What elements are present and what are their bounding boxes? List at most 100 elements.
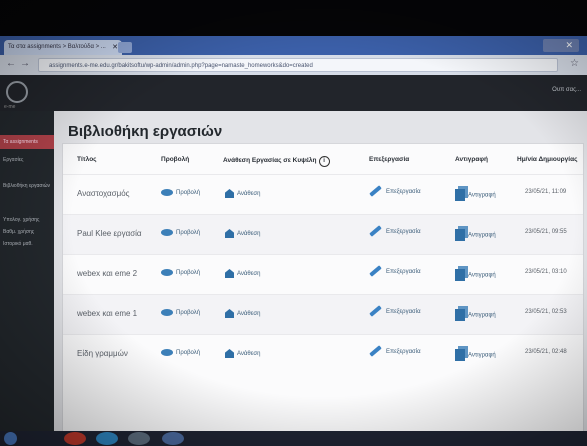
window-controls[interactable]: ✕ <box>543 39 579 52</box>
share-icon <box>225 229 234 238</box>
address-bar: ← → assignments.e-me.edu.gr/bakitsoftu/w… <box>0 55 587 75</box>
copy-link[interactable]: Αντιγραφή <box>455 349 496 361</box>
created-date: 23/05/21, 02:53 <box>525 309 567 315</box>
assign-link[interactable]: Ανάθεση <box>225 269 260 278</box>
homework-table: Τίτλος Προβολή Ανάθεση Εργασίας σε Κυψέλ… <box>62 143 584 433</box>
bookmark-star-icon[interactable]: ☆ <box>570 58 579 69</box>
homework-title[interactable]: webex και eme 2 <box>77 269 137 278</box>
copy-link[interactable]: Αντιγραφή <box>455 229 496 241</box>
wordpress-logo-icon[interactable] <box>6 81 28 103</box>
taskbar-app-icon[interactable] <box>96 432 118 445</box>
preview-label: Προβολή <box>176 230 201 237</box>
sidebar-item[interactable]: Βιβλιοθήκη εργασιών <box>3 183 50 189</box>
os-taskbar <box>0 431 587 446</box>
assign-link[interactable]: Ανάθεση <box>225 229 260 238</box>
pencil-icon <box>369 345 382 358</box>
col-header-date: Ημ/νία Δημιουργίας <box>517 156 578 163</box>
user-greeting[interactable]: Ουπ σας... <box>552 87 581 93</box>
preview-link[interactable]: Προβολή <box>161 309 200 316</box>
col-header-assign-label: Ανάθεση Εργασίας σε Κυψέλη <box>223 157 317 164</box>
taskbar-app-icon[interactable] <box>162 432 184 445</box>
copy-link[interactable]: Αντιγραφή <box>455 309 496 321</box>
share-icon <box>225 349 234 358</box>
edit-label: Επεξεργασία <box>386 309 421 315</box>
assign-link[interactable]: Ανάθεση <box>225 189 260 198</box>
edit-link[interactable]: Επεξεργασία <box>369 305 421 318</box>
close-window-icon[interactable]: ✕ <box>565 39 573 52</box>
share-icon <box>225 189 234 198</box>
share-icon <box>225 309 234 318</box>
edit-label: Επεξεργασία <box>386 349 421 355</box>
copy-link[interactable]: Αντιγραφή <box>455 189 496 201</box>
browser-tab-title: Τα στα assignments > Βαλτούδα > ... <box>8 44 106 50</box>
table-row: webex και eme 1 Προβολή Ανάθεση Επεξεργα… <box>63 294 583 335</box>
start-button-icon[interactable] <box>4 432 17 445</box>
assign-link[interactable]: Ανάθεση <box>225 349 260 358</box>
main-content: Βιβλιοθήκη εργασιών Τίτλος Προβολή Ανάθε… <box>54 111 587 433</box>
col-header-copy: Αντιγραφή <box>455 156 489 163</box>
browser-tab[interactable]: Τα στα assignments > Βαλτούδα > ... ✕ <box>4 40 122 55</box>
sidebar-item[interactable]: Υπολογ. χρήσης <box>3 217 39 223</box>
homework-title[interactable]: webex και eme 1 <box>77 309 137 318</box>
copy-label: Αντιγραφή <box>468 272 496 279</box>
copy-label: Αντιγραφή <box>468 312 496 319</box>
edit-link[interactable]: Επεξεργασία <box>369 265 421 278</box>
pencil-icon <box>369 225 382 238</box>
share-icon <box>225 269 234 278</box>
assign-link[interactable]: Ανάθεση <box>225 309 260 318</box>
created-date: 23/05/21, 03:10 <box>525 269 567 275</box>
col-header-title: Τίτλος <box>77 156 97 163</box>
sidebar-item[interactable]: Βαθμ. χρήσης <box>3 229 34 235</box>
preview-link[interactable]: Προβολή <box>161 229 200 236</box>
photo-bezel <box>0 0 587 36</box>
copy-link[interactable]: Αντιγραφή <box>455 269 496 281</box>
sidebar-item[interactable]: Εργασίες <box>3 157 23 163</box>
created-date: 23/05/21, 11:09 <box>525 189 567 195</box>
preview-link[interactable]: Προβολή <box>161 349 200 356</box>
pencil-icon <box>369 185 382 198</box>
col-header-assign: Ανάθεση Εργασίας σε Κυψέλη i <box>223 156 330 167</box>
url-field[interactable]: assignments.e-me.edu.gr/bakitsoftu/wp-ad… <box>38 58 558 72</box>
info-icon[interactable]: i <box>318 156 330 167</box>
preview-link[interactable]: Προβολή <box>161 189 200 196</box>
back-icon[interactable]: ← <box>6 58 16 69</box>
sidebar-item-assignments[interactable]: Τα assignments <box>0 135 54 149</box>
homework-title[interactable]: Paul Klee εργασία <box>77 229 142 238</box>
copy-label: Αντιγραφή <box>468 352 496 359</box>
taskbar-app-icon[interactable] <box>128 432 150 445</box>
site-name[interactable]: e-me <box>4 104 15 110</box>
copy-icon <box>455 229 465 241</box>
eye-icon <box>161 229 173 236</box>
created-date: 23/05/21, 09:55 <box>525 229 567 235</box>
edit-label: Επεξεργασία <box>386 269 421 275</box>
eye-icon <box>161 189 173 196</box>
col-header-edit: Επεξεργασία <box>369 156 410 163</box>
copy-icon <box>455 309 465 321</box>
preview-label: Προβολή <box>176 310 201 317</box>
edit-link[interactable]: Επεξεργασία <box>369 185 421 198</box>
eye-icon <box>161 269 173 276</box>
edit-label: Επεξεργασία <box>386 189 421 195</box>
homework-title[interactable]: Αναστοχασμός <box>77 189 130 198</box>
assign-label: Ανάθεση <box>237 351 261 358</box>
assign-label: Ανάθεση <box>237 311 261 318</box>
new-tab-button[interactable] <box>118 42 132 53</box>
copy-icon <box>455 349 465 361</box>
edit-link[interactable]: Επεξεργασία <box>369 345 421 358</box>
assign-label: Ανάθεση <box>237 191 261 198</box>
sidebar-item[interactable]: Ιστορικό μαθ. <box>3 241 33 247</box>
browser-tabstrip: Τα στα assignments > Βαλτούδα > ... ✕ ✕ <box>0 36 587 55</box>
col-header-preview: Προβολή <box>161 156 190 163</box>
taskbar-app-icon[interactable] <box>64 432 86 445</box>
assign-label: Ανάθεση <box>237 271 261 278</box>
edit-link[interactable]: Επεξεργασία <box>369 225 421 238</box>
table-row: Είδη γραμμών Προβολή Ανάθεση Επεξεργασία… <box>63 334 583 375</box>
homework-title[interactable]: Είδη γραμμών <box>77 349 128 358</box>
wp-admin-bar: e-me Ουπ σας... <box>0 75 587 111</box>
pencil-icon <box>369 305 382 318</box>
preview-link[interactable]: Προβολή <box>161 269 200 276</box>
forward-icon[interactable]: → <box>20 58 30 69</box>
preview-label: Προβολή <box>176 190 201 197</box>
preview-label: Προβολή <box>176 350 201 357</box>
table-row: Αναστοχασμός Προβολή Ανάθεση Επεξεργασία… <box>63 174 583 215</box>
